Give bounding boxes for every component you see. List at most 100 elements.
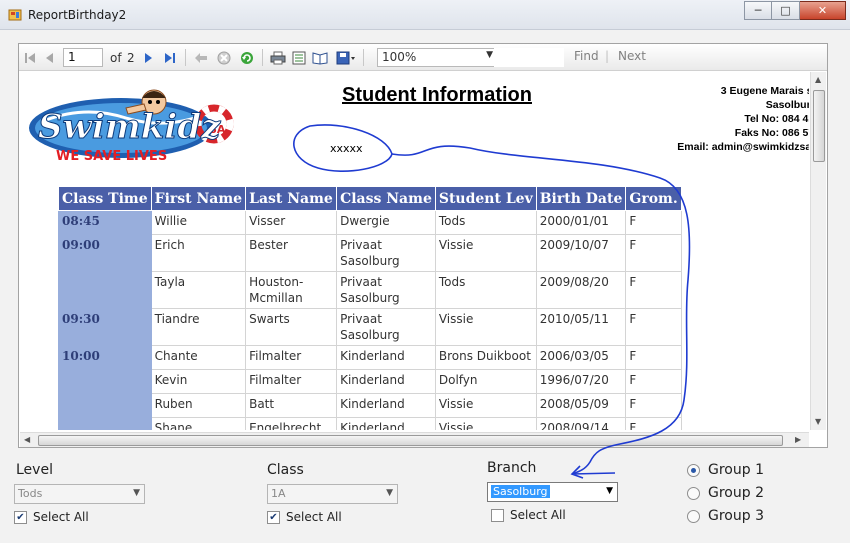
minimize-button[interactable]: ─: [744, 1, 772, 20]
scroll-right-icon[interactable]: ▶: [795, 435, 801, 444]
birth-date-cell: 2009/08/20: [535, 271, 627, 309]
horizontal-scrollbar[interactable]: ◀ ▶: [20, 432, 809, 447]
prev-page-icon[interactable]: [43, 49, 57, 66]
next-link[interactable]: Next: [618, 49, 646, 63]
first-name-cell: Ruben: [150, 393, 247, 418]
page-setup-icon[interactable]: [312, 49, 328, 66]
column-header: First Name: [150, 186, 247, 211]
student-level-cell: Brons Duikboot: [434, 345, 537, 370]
first-name-cell: Chante: [150, 345, 247, 370]
vertical-scrollbar[interactable]: ▲ ▼: [810, 72, 826, 430]
branch-select-all-checkbox[interactable]: Select All: [491, 508, 566, 522]
report-title: Student Information: [342, 84, 532, 106]
student-level-cell: Tods: [434, 271, 537, 309]
grom-cell: F: [625, 369, 682, 394]
toolbar-separator: [185, 49, 186, 66]
first-page-icon[interactable]: [23, 49, 37, 66]
last-page-icon[interactable]: [163, 49, 177, 66]
print-icon[interactable]: [269, 49, 287, 66]
level-combobox[interactable]: Tods ▼: [14, 484, 145, 504]
first-name-cell: Shane: [150, 417, 247, 430]
level-select-all-checkbox[interactable]: ✔ Select All: [14, 510, 89, 524]
export-icon[interactable]: [335, 49, 357, 66]
chevron-down-icon: ▼: [133, 488, 140, 498]
last-name-cell: Batt: [245, 393, 338, 418]
current-page-input[interactable]: 1: [63, 48, 103, 67]
class-name-cell: Kinderland: [336, 393, 436, 418]
group-3-radio[interactable]: Group 3: [687, 508, 764, 524]
birth-date-cell: 1996/07/20: [535, 369, 627, 394]
group-1-radio[interactable]: Group 1: [687, 462, 764, 478]
print-layout-icon[interactable]: [291, 49, 307, 66]
company-address: 3 Eugene Marais str Sasolburg, Tel No: 0…: [620, 84, 809, 154]
scroll-left-icon[interactable]: ◀: [24, 435, 30, 444]
last-name-cell: Visser: [245, 210, 338, 235]
grom-cell: F: [625, 210, 682, 235]
class-name-cell: Kinderland: [336, 345, 436, 370]
class-name-cell: Privaat Sasolburg: [336, 234, 436, 272]
swimkidz-logo: SA Swimkidz WE SAVE LIVES: [29, 89, 234, 164]
class-value: 1A: [271, 487, 286, 500]
toolbar-separator: [262, 49, 263, 66]
report-viewer: 1 of 2 100% ▼ Find | Next SA Swimkidz WE…: [18, 43, 828, 448]
refresh-icon[interactable]: [239, 49, 255, 66]
class-time-cell: 09:00: [58, 234, 152, 272]
column-header: Grom.: [625, 186, 682, 211]
class-combobox[interactable]: 1A ▼: [267, 484, 398, 504]
find-link[interactable]: Find: [574, 49, 599, 63]
first-name-cell: Erich: [150, 234, 247, 272]
class-time-cell: 10:00: [58, 345, 152, 370]
radio-selected-icon: [687, 463, 700, 477]
stop-icon[interactable]: [216, 49, 232, 66]
first-name-cell: Tayla: [150, 271, 247, 309]
class-time-cell: [58, 369, 152, 394]
branch-value: Sasolburg: [491, 485, 550, 498]
student-level-cell: Vissie: [434, 234, 537, 272]
level-value: Tods: [18, 487, 43, 500]
group-2-radio[interactable]: Group 2: [687, 485, 764, 501]
zoom-value: 100%: [382, 50, 417, 64]
select-all-label: Select All: [510, 508, 566, 522]
group-label: Group 2: [708, 485, 764, 501]
birth-date-cell: 2009/10/07: [535, 234, 627, 272]
address-line: 3 Eugene Marais str: [720, 85, 809, 97]
checkbox-unchecked-icon: [491, 508, 504, 522]
last-name-cell: Engelbrecht: [245, 417, 338, 430]
table-row: 10:00 Chante Filmalter Kinderland Brons …: [58, 345, 682, 370]
table-header-row: Class Time First Name Last Name Class Na…: [58, 186, 682, 211]
group-label: Group 1: [708, 462, 764, 478]
horizontal-scroll-thumb[interactable]: [38, 435, 783, 446]
last-name-cell: Filmalter: [245, 369, 338, 394]
table-row: Shane Engelbrecht Kinderland Vissie 2008…: [58, 417, 682, 430]
birth-date-cell: 2008/05/09: [535, 393, 627, 418]
vertical-scroll-thumb[interactable]: [813, 90, 825, 162]
column-header: Last Name: [245, 186, 338, 211]
zoom-select[interactable]: 100% ▼: [377, 48, 497, 67]
class-name-cell: Kinderland: [336, 417, 436, 430]
find-input[interactable]: [494, 48, 564, 67]
column-header: Birth Date: [535, 186, 627, 211]
class-time-cell: [58, 393, 152, 418]
birth-date-cell: 2000/01/01: [535, 210, 627, 235]
branch-combobox[interactable]: Sasolburg ▼: [487, 482, 618, 502]
scroll-down-icon[interactable]: ▼: [815, 417, 821, 426]
last-name-cell: Swarts: [245, 308, 338, 346]
next-page-icon[interactable]: [141, 49, 155, 66]
scroll-up-icon[interactable]: ▲: [815, 75, 821, 84]
first-name-cell: Kevin: [150, 369, 247, 394]
class-select-all-checkbox[interactable]: ✔ Select All: [267, 510, 342, 524]
checkbox-checked-icon: ✔: [267, 510, 280, 524]
back-icon[interactable]: [193, 49, 209, 66]
maximize-button[interactable]: □: [772, 1, 800, 20]
address-line: Sasolburg,: [765, 99, 809, 111]
svg-text:Swimkidz: Swimkidz: [38, 107, 221, 147]
group-label: Group 3: [708, 508, 764, 524]
radio-unselected-icon: [687, 486, 700, 500]
class-name-cell: Kinderland: [336, 369, 436, 394]
student-level-cell: Tods: [434, 210, 537, 235]
window-title: ReportBirthday2: [28, 8, 127, 22]
select-all-label: Select All: [286, 510, 342, 524]
close-button[interactable]: ✕: [800, 1, 846, 20]
first-name-cell: Willie: [150, 210, 247, 235]
class-time-cell: 08:45: [58, 210, 152, 235]
